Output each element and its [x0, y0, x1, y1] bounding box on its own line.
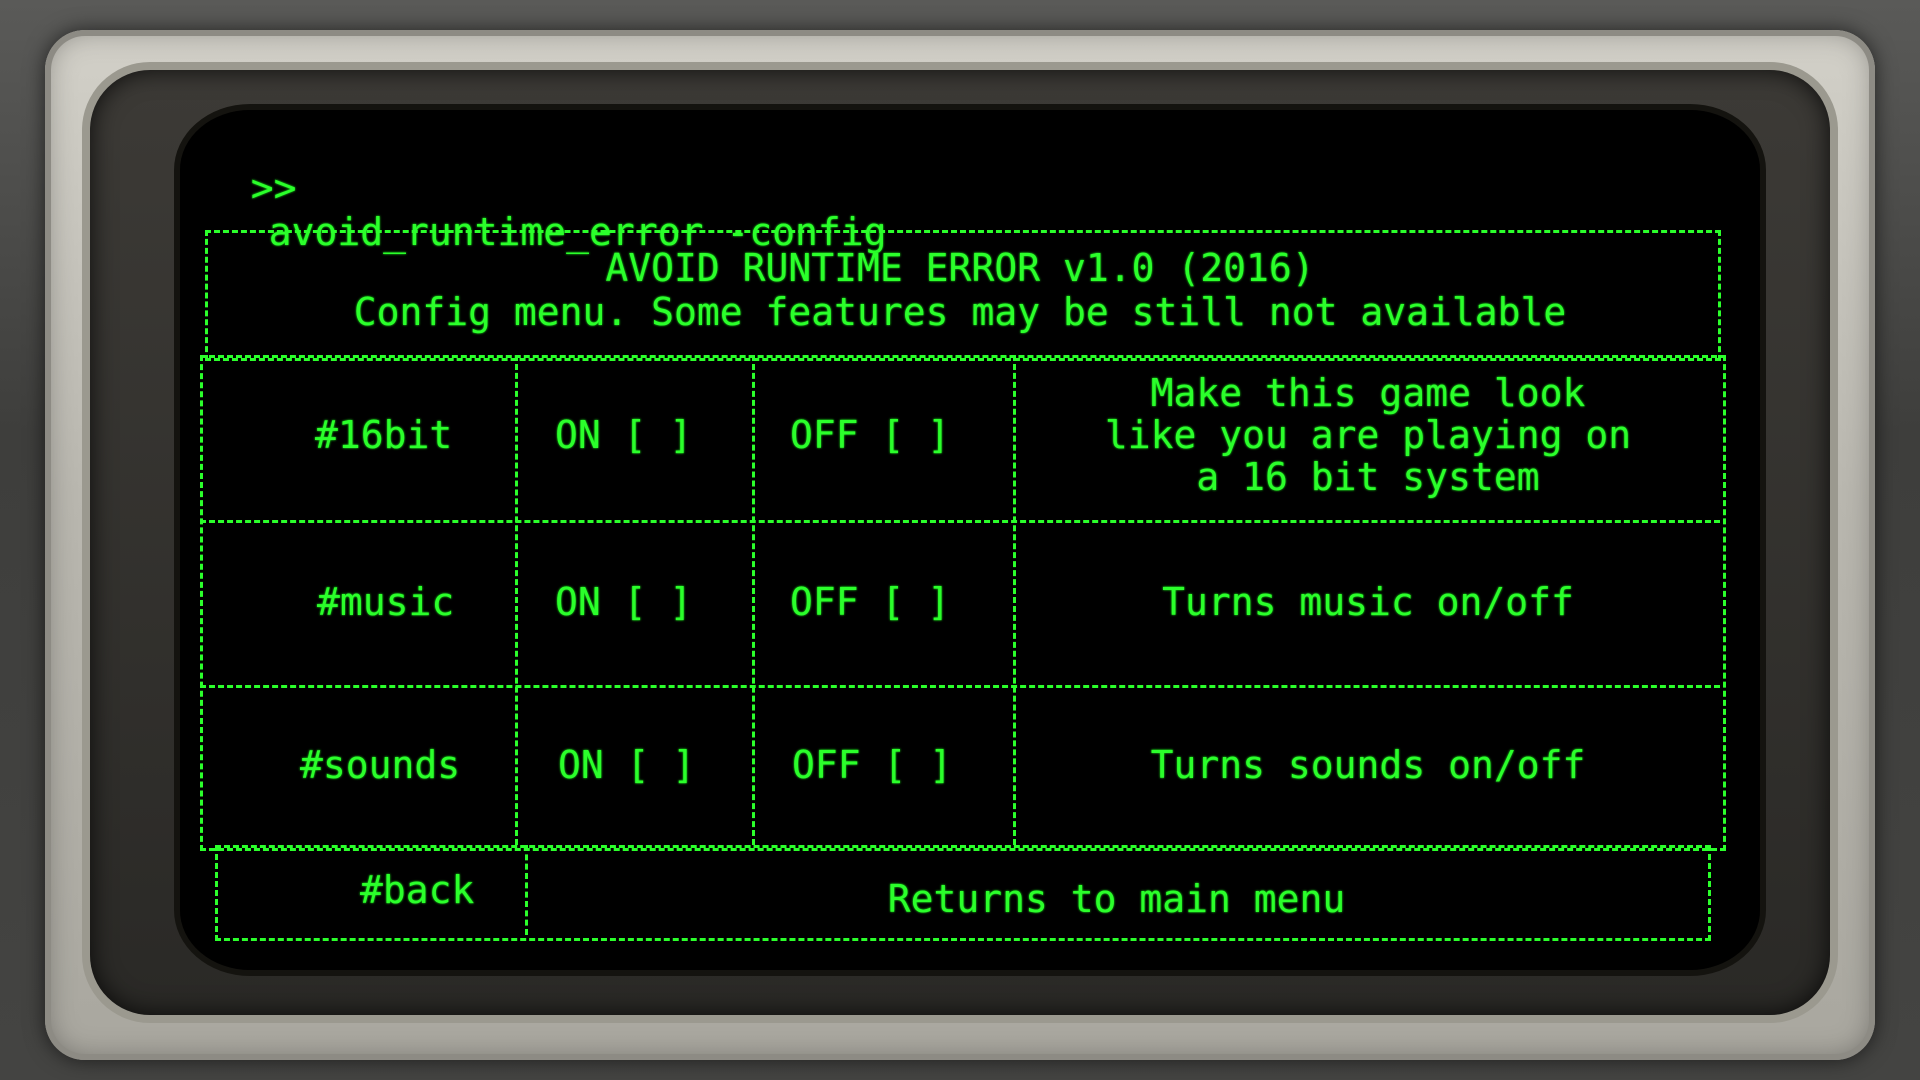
option-tag-16bit: #16bit: [315, 413, 453, 457]
back-option[interactable]: #back: [360, 868, 474, 912]
header-subtitle: Config menu. Some features may be still …: [353, 290, 1567, 334]
header-title: AVOID RUNTIME ERROR v1.0 (2016): [605, 246, 1315, 290]
description-16bit-line1: Make this game look: [1150, 371, 1586, 415]
off-toggle-16bit[interactable]: OFF [ ]: [790, 413, 950, 457]
description-16bit-line2: like you are playing on: [1104, 413, 1632, 457]
description-16bit-line3: a 16 bit system: [1196, 455, 1540, 499]
option-tag-sounds: #sounds: [300, 743, 461, 787]
description-music: Turns music on/off: [1162, 580, 1574, 624]
off-toggle-music[interactable]: OFF [ ]: [790, 580, 950, 624]
on-toggle-16bit[interactable]: ON [ ]: [555, 413, 692, 457]
option-tag-music: #music: [317, 580, 455, 624]
option-row-music: #music ON [ ] OFF [ ] Turns music on/off: [200, 520, 1720, 685]
prompt-symbol: >>: [250, 166, 297, 210]
option-row-sounds: #sounds ON [ ] OFF [ ] Turns sounds on/o…: [200, 685, 1720, 845]
back-description: Returns to main menu: [887, 877, 1346, 921]
description-sounds: Turns sounds on/off: [1150, 743, 1586, 787]
on-toggle-music[interactable]: ON [ ]: [555, 580, 692, 624]
option-row-16bit: #16bit ON [ ] OFF [ ] Make this game loo…: [200, 355, 1720, 520]
on-toggle-sounds[interactable]: ON [ ]: [558, 743, 695, 787]
off-toggle-sounds[interactable]: OFF [ ]: [792, 743, 952, 787]
